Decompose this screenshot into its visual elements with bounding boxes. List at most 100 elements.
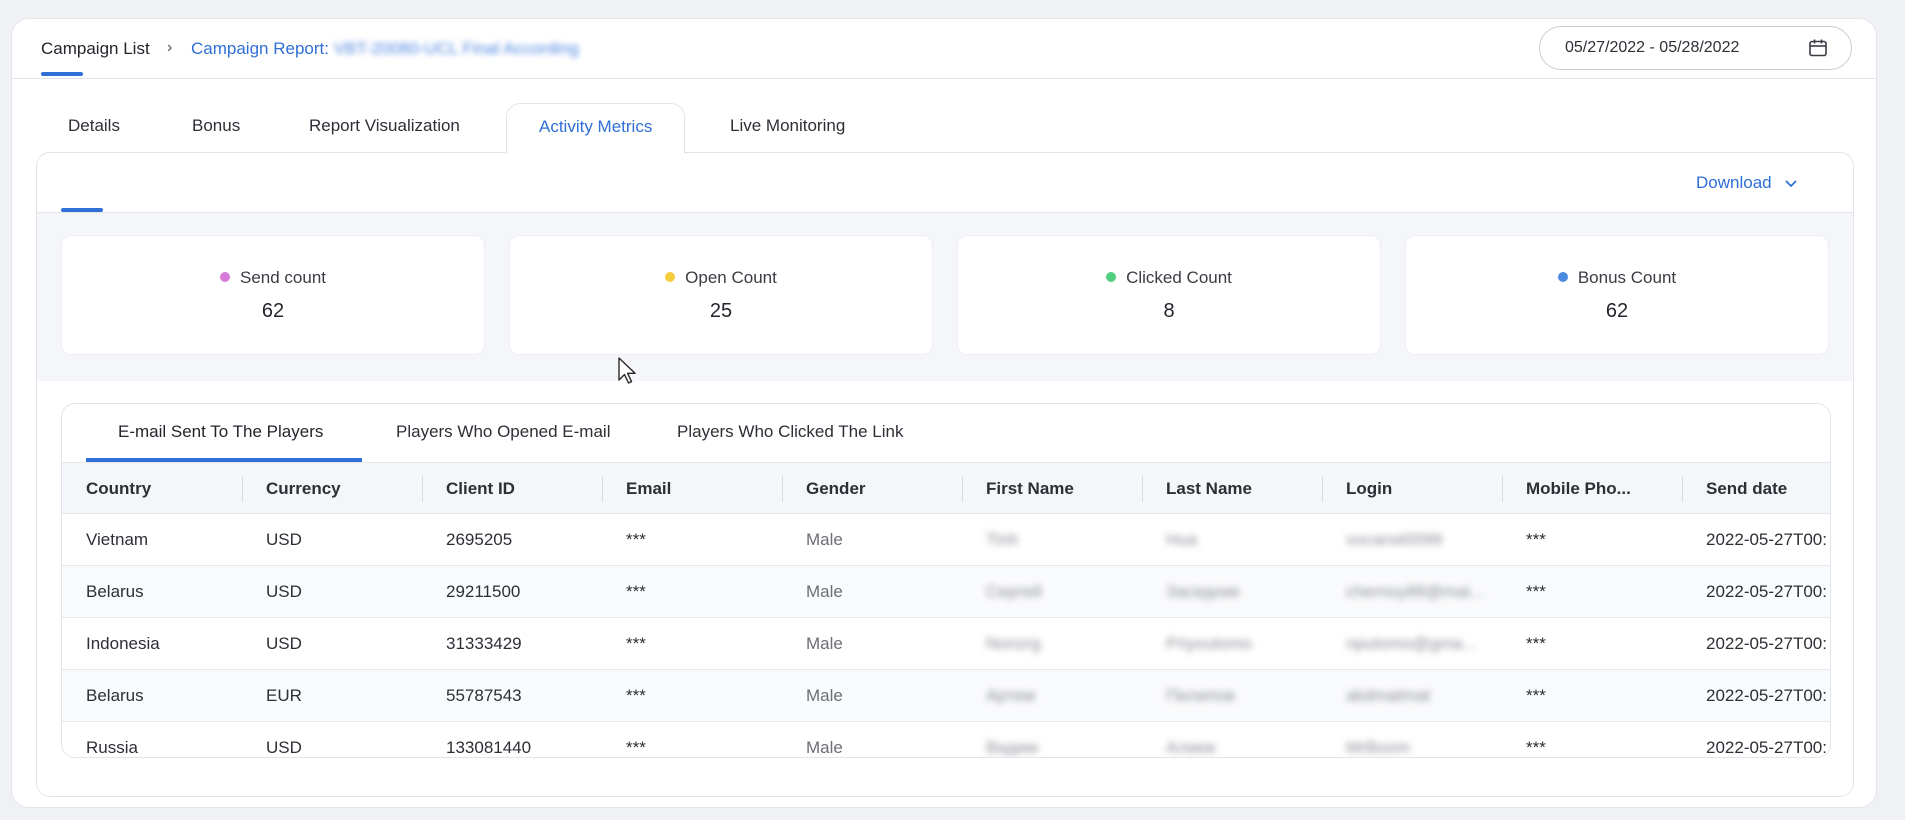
column-header-mobile-phone[interactable]: Mobile Pho... — [1526, 463, 1631, 515]
date-range-value: 05/27/2022 - 05/28/2022 — [1565, 39, 1740, 56]
tab-live-monitoring[interactable]: Live Monitoring — [730, 103, 845, 153]
activity-metrics-panel: Download Send count 62 Open Count 25 Cli… — [36, 152, 1854, 797]
table-row[interactable]: Indonesia USD 31333429 *** Male Nonzrg P… — [62, 618, 1830, 670]
cell-email: *** — [626, 582, 646, 601]
metric-value: 62 — [261, 300, 285, 322]
legend-dot-icon — [665, 271, 676, 282]
cell-mobile: *** — [1526, 634, 1546, 653]
metric-value: 8 — [1163, 300, 1175, 322]
cell-currency: USD — [266, 738, 302, 757]
cell-email: *** — [626, 686, 646, 705]
breadcrumb-campaign-name: VBT-20080-UCL Final According — [333, 39, 579, 58]
breadcrumb-current-prefix: Campaign Report: — [191, 39, 334, 58]
cell-gender: Male — [806, 530, 843, 549]
cell-gender: Male — [806, 634, 843, 653]
cell-email: *** — [626, 530, 646, 549]
metric-label: Clicked Count — [958, 268, 1380, 288]
cell-client-id: 55787543 — [446, 686, 522, 705]
cell-currency: USD — [266, 530, 302, 549]
column-header-send-date[interactable]: Send date — [1706, 463, 1787, 515]
cell-last-name: Заседник — [1166, 582, 1240, 601]
metric-label: Open Count — [510, 268, 932, 288]
metric-open-count: Open Count 25 — [509, 235, 933, 355]
column-divider[interactable] — [1682, 476, 1683, 502]
tab-details[interactable]: Details — [68, 103, 120, 153]
cell-client-id: 133081440 — [446, 738, 532, 757]
column-divider[interactable] — [242, 476, 243, 502]
column-divider[interactable] — [1502, 476, 1503, 502]
column-divider[interactable] — [422, 476, 423, 502]
cell-login: nputomo@gma... — [1346, 634, 1477, 653]
cell-last-name: Hua — [1166, 530, 1198, 549]
column-divider[interactable] — [602, 476, 603, 502]
cell-client-id: 29211500 — [446, 582, 521, 601]
cell-country: Vietnam — [86, 530, 149, 549]
table-row[interactable]: Belarus EUR 55787543 *** Male Артем Пили… — [62, 670, 1830, 722]
metric-label: Send count — [62, 268, 484, 288]
column-header-email[interactable]: Email — [626, 463, 671, 515]
chevron-down-icon — [1785, 179, 1797, 187]
cell-first-name: Сергей — [986, 582, 1042, 601]
tab-clicked-link[interactable]: Players Who Clicked The Link — [677, 422, 903, 442]
date-range-picker[interactable]: 05/27/2022 - 05/28/2022 — [1539, 26, 1852, 70]
calendar-icon[interactable] — [1808, 38, 1828, 58]
cell-send-date: 2022-05-27T00: — [1706, 686, 1827, 705]
tab-activity-metrics[interactable]: Activity Metrics — [506, 103, 686, 154]
cell-login: akdmatmat — [1346, 686, 1431, 705]
cell-country: Belarus — [86, 582, 144, 601]
column-header-last-name[interactable]: Last Name — [1166, 463, 1252, 515]
legend-dot-icon — [1106, 271, 1117, 282]
cell-send-date: 2022-05-27T00: — [1706, 634, 1827, 653]
cell-login: chernoy88@mai... — [1346, 582, 1485, 601]
column-header-client-id[interactable]: Client ID — [446, 463, 515, 515]
table-row[interactable]: Russia USD 133081440 *** Male Вадим Алие… — [62, 722, 1830, 757]
metric-clicked-count: Clicked Count 8 — [957, 235, 1381, 355]
download-button[interactable]: Download — [1696, 173, 1798, 193]
column-header-country[interactable]: Country — [86, 463, 151, 515]
mouse-cursor-icon — [618, 357, 636, 384]
metric-value: 62 — [1605, 300, 1629, 322]
cell-first-name: Tinh — [986, 530, 1019, 549]
tab-bonus[interactable]: Bonus — [192, 103, 240, 153]
cell-login: MrBoom — [1346, 738, 1411, 757]
cell-gender: Male — [806, 582, 843, 601]
metrics-summary: Send count 62 Open Count 25 Clicked Coun… — [37, 213, 1853, 381]
cell-currency: USD — [266, 634, 302, 653]
column-divider[interactable] — [962, 476, 963, 502]
panel-underline — [61, 208, 103, 212]
legend-dot-icon — [219, 271, 230, 282]
cell-last-name: Пилипов — [1166, 686, 1235, 705]
cell-first-name: Артем — [986, 686, 1036, 705]
cell-first-name: Вадим — [986, 738, 1038, 757]
column-divider[interactable] — [1322, 476, 1323, 502]
column-header-gender[interactable]: Gender — [806, 463, 866, 515]
chevron-right-icon: › — [167, 39, 173, 56]
cell-email: *** — [626, 634, 646, 653]
breadcrumb-campaign-list[interactable]: Campaign List — [41, 39, 150, 59]
column-header-currency[interactable]: Currency — [266, 463, 341, 515]
tab-report-visualization[interactable]: Report Visualization — [309, 103, 460, 153]
column-divider[interactable] — [782, 476, 783, 502]
cell-currency: EUR — [266, 686, 302, 705]
column-header-first-name[interactable]: First Name — [986, 463, 1074, 515]
table-row[interactable]: Vietnam USD 2695205 *** Male Tinh Hua vo… — [62, 514, 1830, 566]
cell-last-name: Алиев — [1166, 738, 1216, 757]
cell-send-date: 2022-05-27T00: — [1706, 582, 1827, 601]
cell-mobile: *** — [1526, 738, 1546, 757]
table-row[interactable]: Belarus USD 29211500 *** Male Сергей Зас… — [62, 566, 1830, 618]
column-header-login[interactable]: Login — [1346, 463, 1392, 515]
column-divider[interactable] — [1142, 476, 1143, 502]
cell-send-date: 2022-05-27T00: — [1706, 738, 1827, 757]
cell-email: *** — [626, 738, 646, 757]
metric-label: Bonus Count — [1406, 268, 1828, 288]
players-table-card: E-mail Sent To The Players Players Who O… — [61, 403, 1831, 758]
tab-opened-email[interactable]: Players Who Opened E-mail — [396, 422, 610, 442]
panel-toolbar: Download — [37, 153, 1853, 213]
cell-gender: Male — [806, 686, 843, 705]
cell-country: Russia — [86, 738, 138, 757]
tab-email-sent[interactable]: E-mail Sent To The Players — [118, 422, 323, 442]
cell-country: Indonesia — [86, 634, 160, 653]
metric-send-count: Send count 62 — [61, 235, 485, 355]
cell-gender: Male — [806, 738, 843, 757]
breadcrumb: Campaign List › Campaign Report: VBT-200… — [12, 19, 1876, 79]
